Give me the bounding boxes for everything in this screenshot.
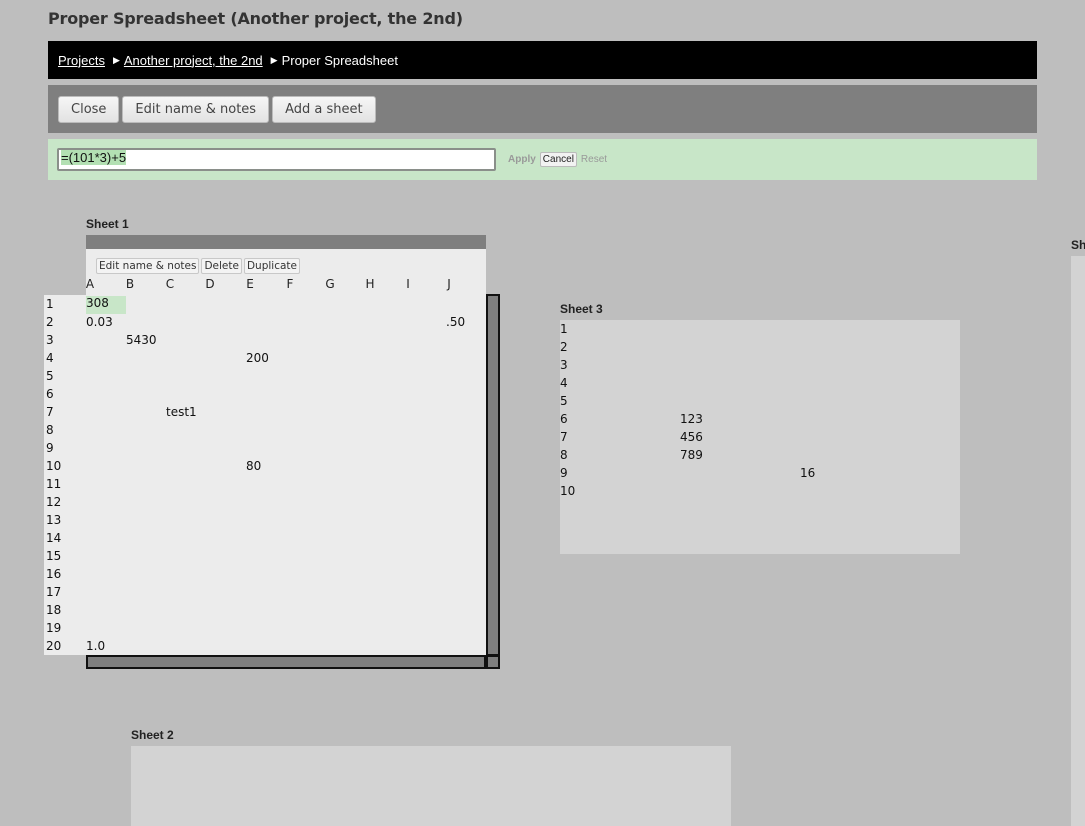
sheet2-grid: [131, 746, 731, 826]
sheet1-duplicate-button[interactable]: Duplicate: [243, 258, 300, 274]
breadcrumb-link-project[interactable]: Another project, the 2nd: [124, 53, 263, 68]
sheet3-title: Sheet 3: [560, 302, 603, 316]
sheet1-horizontal-scrollbar[interactable]: [86, 655, 486, 669]
toolbar: Close Edit name & notes Add a sheet: [48, 85, 1037, 133]
sheet3-cell[interactable]: 456: [680, 430, 703, 444]
sheet1-row-header[interactable]: 2: [46, 315, 54, 329]
sheet1-cell-e4[interactable]: 200: [246, 351, 269, 369]
add-sheet-button[interactable]: Add a sheet: [272, 95, 376, 123]
sheet1-cell-a2[interactable]: 0.03: [86, 315, 113, 333]
sheet1-actions: Edit name & notes Delete Duplicate: [96, 258, 300, 274]
edit-name-notes-button[interactable]: Edit name & notes: [122, 95, 270, 123]
sheet1-row-header[interactable]: 16: [46, 567, 61, 581]
breadcrumb-separator-icon: ▶: [112, 54, 120, 65]
breadcrumb-link-projects[interactable]: Projects: [58, 53, 105, 68]
sheet1-row-header[interactable]: 4: [46, 351, 54, 365]
sheet1-row-header[interactable]: 14: [46, 531, 61, 545]
sheet4-title: Sh: [1071, 238, 1085, 252]
sheet3-cell[interactable]: 16: [800, 466, 815, 480]
sheet3-row-header[interactable]: 10: [560, 484, 575, 498]
sheet1-row-header[interactable]: 12: [46, 495, 61, 509]
sheet1-column-header[interactable]: G: [320, 277, 340, 291]
sheet1-row-header[interactable]: 10: [46, 459, 61, 473]
sheet3-cell[interactable]: 789: [680, 448, 703, 462]
sheet1-column-header[interactable]: E: [240, 277, 260, 291]
sheet1-row-header[interactable]: 19: [46, 621, 61, 635]
sheet1-row-header[interactable]: 17: [46, 585, 61, 599]
sheet3-row-header[interactable]: 6: [560, 412, 568, 426]
sheet1-row-header[interactable]: 13: [46, 513, 61, 527]
reset-button[interactable]: Reset: [581, 154, 607, 165]
sheet1-row-header[interactable]: 15: [46, 549, 61, 563]
sheet1-row-header[interactable]: 11: [46, 477, 61, 491]
sheet1-column-header[interactable]: C: [160, 277, 180, 291]
sheet4-grid: [1071, 256, 1085, 826]
sheet3-row-header[interactable]: 7: [560, 430, 568, 444]
sheet1-row-header[interactable]: 7: [46, 405, 54, 419]
sheet1-row-header[interactable]: 3: [46, 333, 54, 347]
formula-input[interactable]: =(101*3)+5: [57, 148, 496, 171]
sheet1-column-header[interactable]: J: [439, 277, 459, 291]
apply-button[interactable]: Apply: [508, 154, 536, 165]
sheet1-column-header[interactable]: I: [398, 277, 418, 291]
breadcrumb: Projects ▶ Another project, the 2nd ▶ Pr…: [48, 41, 1037, 79]
sheet1-row-header[interactable]: 1: [46, 297, 54, 311]
breadcrumb-current: Proper Spreadsheet: [281, 52, 398, 68]
formula-value: =(101*3)+5: [61, 150, 127, 165]
sheet2-title: Sheet 2: [131, 728, 174, 742]
sheet1-row-header[interactable]: 5: [46, 369, 54, 383]
close-button[interactable]: Close: [58, 95, 120, 123]
formula-bar: =(101*3)+5 Apply Cancel Reset: [48, 139, 1037, 180]
sheet1-title: Sheet 1: [86, 217, 129, 231]
sheet1-column-header[interactable]: D: [200, 277, 220, 291]
page-title: Proper Spreadsheet (Another project, the…: [48, 9, 463, 28]
sheet3-row-header[interactable]: 4: [560, 376, 568, 390]
sheet1-column-header[interactable]: F: [280, 277, 300, 291]
breadcrumb-separator-icon: ▶: [270, 54, 278, 65]
sheet1-cell-c7[interactable]: test1: [166, 405, 197, 423]
sheet1-resize-handle[interactable]: [486, 655, 500, 669]
sheet3-row-header[interactable]: 3: [560, 358, 568, 372]
sheet1-row-header[interactable]: 8: [46, 423, 54, 437]
sheet3-row-header[interactable]: 5: [560, 394, 568, 408]
sheet1-row-header[interactable]: 20: [46, 639, 61, 653]
sheet1-column-header[interactable]: B: [120, 277, 140, 291]
sheet1-vertical-scrollbar[interactable]: [486, 294, 500, 656]
sheet1-row-header[interactable]: 18: [46, 603, 61, 617]
sheet3-row-header[interactable]: 1: [560, 322, 568, 336]
sheet3-row-header[interactable]: 8: [560, 448, 568, 462]
sheet1-row-header[interactable]: 9: [46, 441, 54, 455]
sheet3-grid: [560, 320, 960, 554]
sheet3-cell[interactable]: 123: [680, 412, 703, 426]
sheet1-cell-b3[interactable]: 5430: [126, 333, 157, 351]
sheet1-row-header[interactable]: 6: [46, 387, 54, 401]
sheet3-row-header[interactable]: 2: [560, 340, 568, 354]
cancel-button[interactable]: Cancel: [539, 152, 577, 167]
sheet1-cell-j2[interactable]: .50: [446, 315, 465, 333]
sheet1-cell-a1[interactable]: 308: [86, 296, 126, 314]
sheet1-column-header[interactable]: A: [80, 277, 100, 291]
sheet1-grid: [86, 249, 486, 655]
sheet3-row-header[interactable]: 9: [560, 466, 568, 480]
sheet1-drag-handle[interactable]: [86, 235, 486, 249]
sheet1-edit-name-notes-button[interactable]: Edit name & notes: [96, 258, 200, 274]
sheet1-row-header-column: [44, 295, 86, 655]
sheet1-column-header[interactable]: H: [360, 277, 380, 291]
sheet1-cell-e10[interactable]: 80: [246, 459, 261, 477]
sheet1-delete-button[interactable]: Delete: [201, 258, 242, 274]
